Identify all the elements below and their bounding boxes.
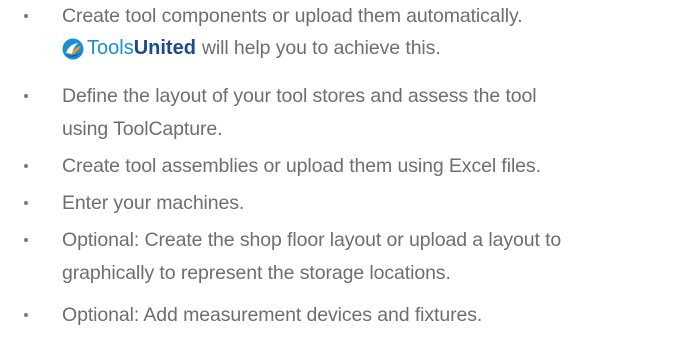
- bullet-icon: [24, 164, 28, 168]
- item-text: Optional: Add measurement devices and fi…: [62, 304, 483, 326]
- item-text: Define the layout of your tool stores an…: [62, 85, 537, 107]
- item-text: Create tool components or upload them au…: [62, 5, 523, 27]
- item-text: Enter your machines.: [62, 192, 245, 214]
- item-text: graphically to represent the storage loc…: [62, 262, 451, 284]
- logo-text-tools: Tools: [87, 37, 134, 59]
- toolsunited-logo-icon: [62, 38, 84, 60]
- item-text: Create tool assemblies or upload them us…: [62, 155, 541, 177]
- item-text: using ToolCapture.: [62, 118, 223, 140]
- toolsunited-logo: ToolsUnited: [62, 37, 196, 60]
- item-text-logo-line: ToolsUnited will help you to achieve thi…: [62, 37, 441, 60]
- bullet-icon: [24, 94, 28, 98]
- bullet-icon: [24, 313, 28, 317]
- bullet-icon: [24, 238, 28, 242]
- item-text: will help you to achieve this.: [201, 37, 441, 59]
- logo-text-united: United: [133, 37, 196, 59]
- bullet-icon: [24, 201, 28, 205]
- item-text: Optional: Create the shop floor layout o…: [62, 229, 562, 251]
- bullet-icon: [24, 14, 28, 18]
